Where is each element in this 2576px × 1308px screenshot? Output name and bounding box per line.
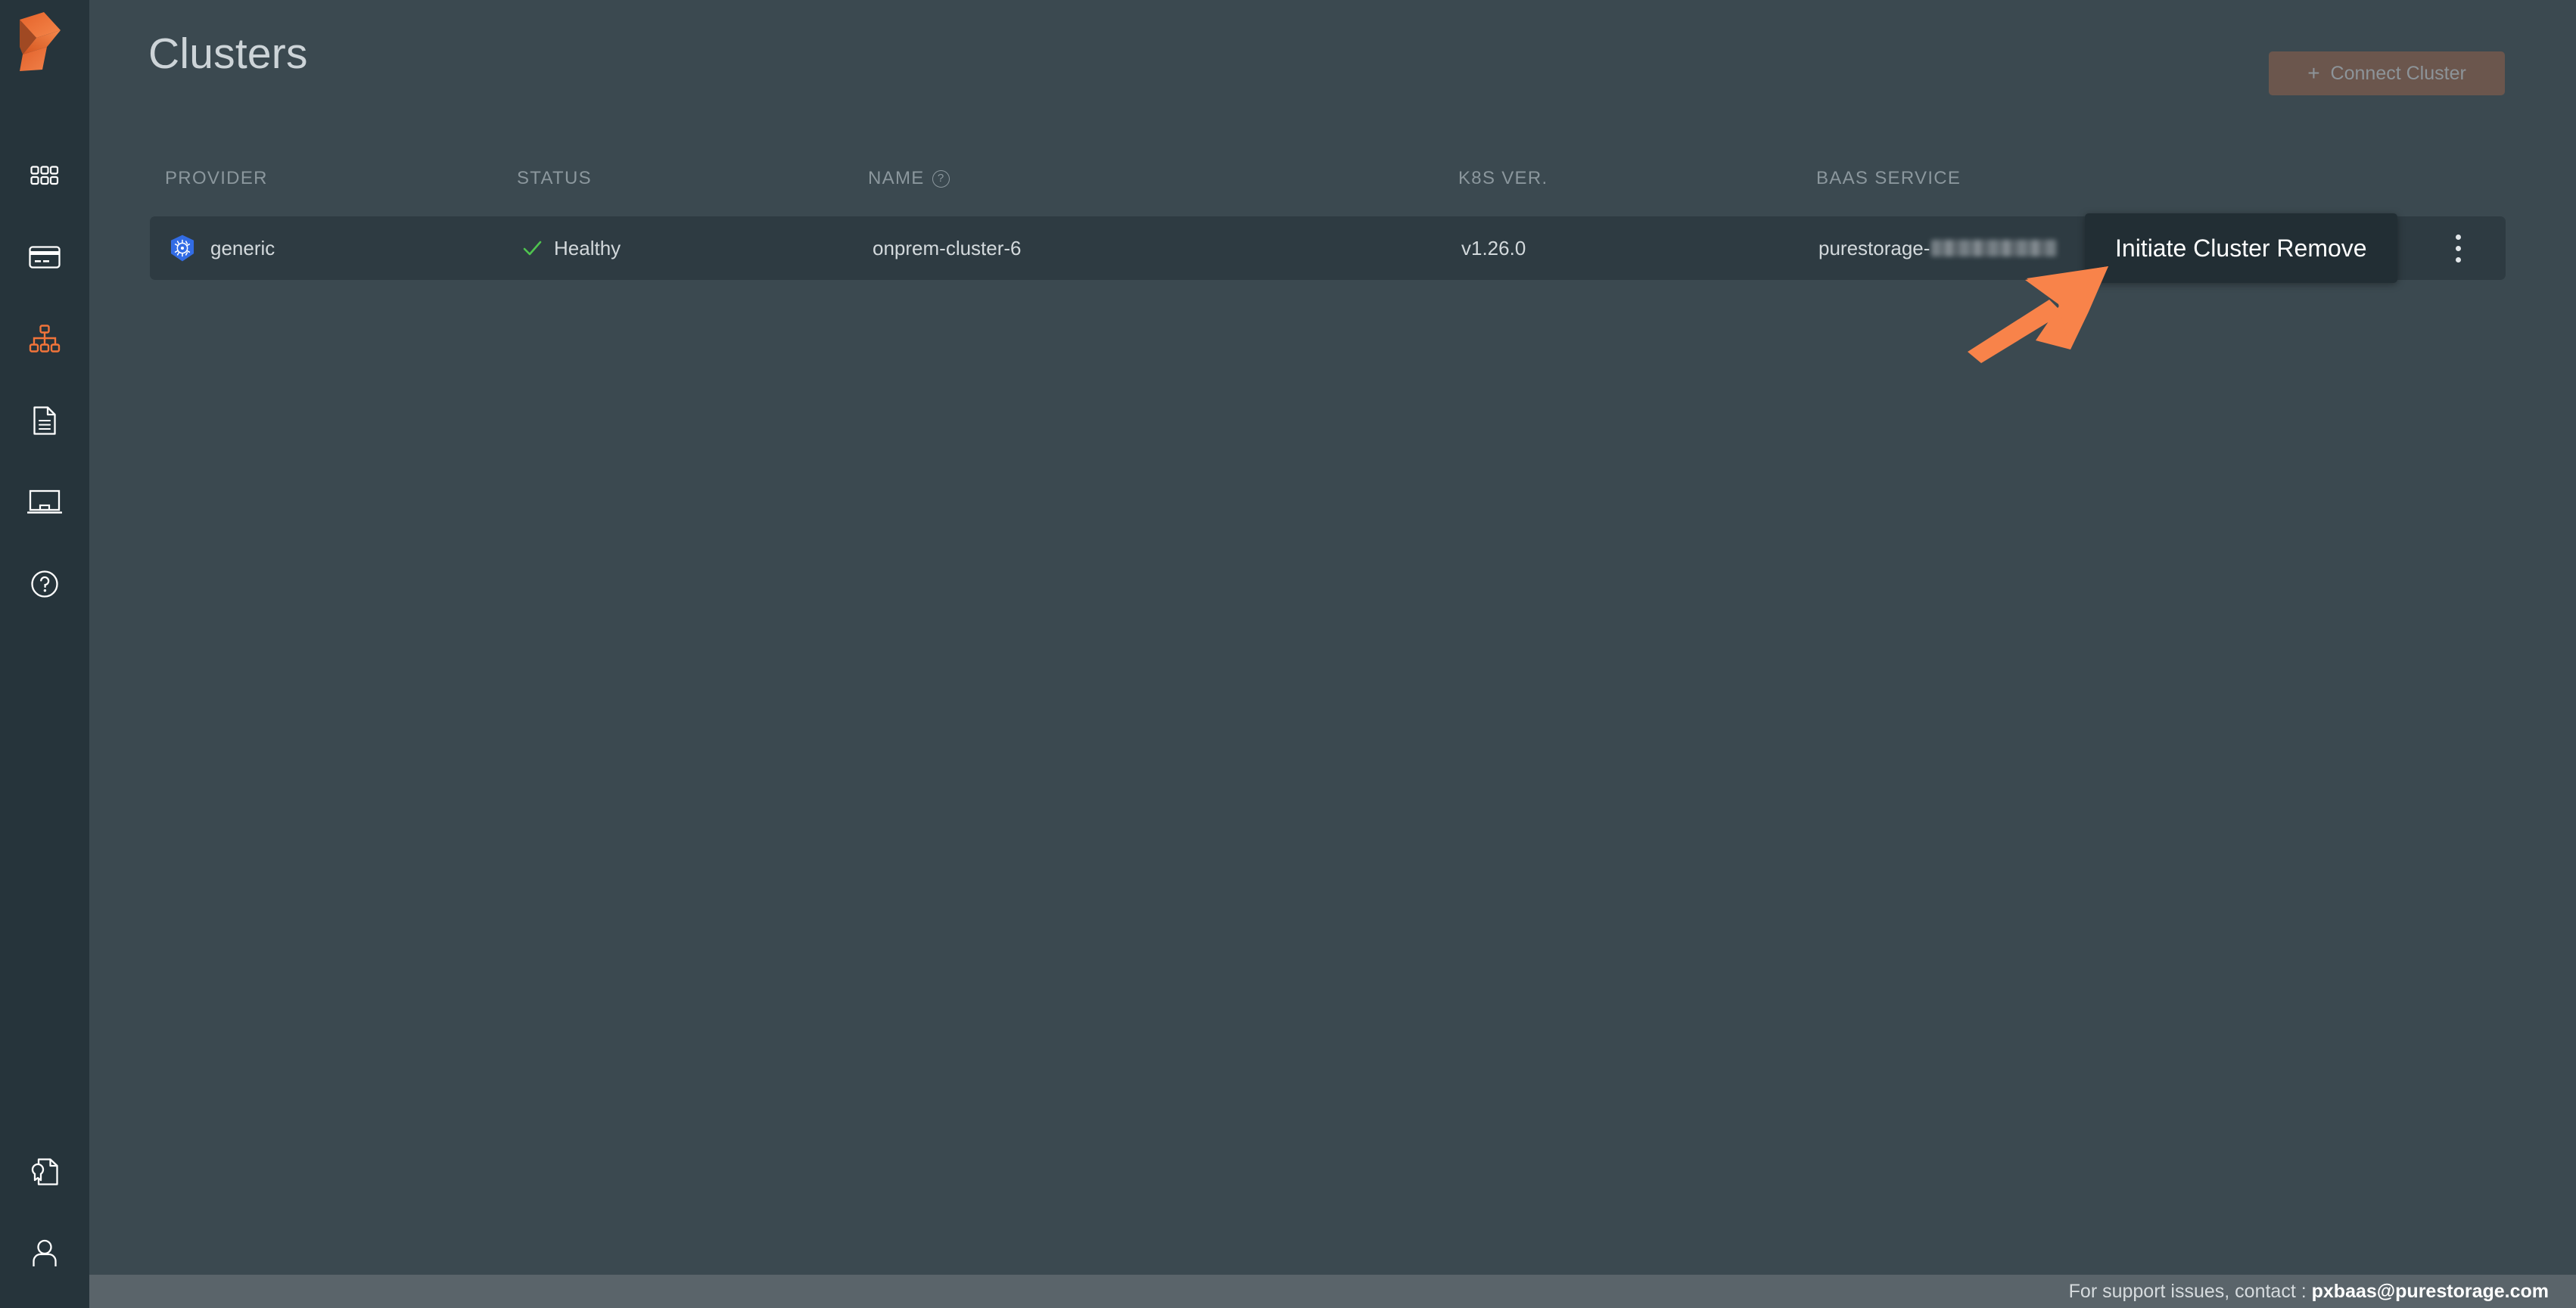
check-icon bbox=[523, 241, 542, 256]
tooltip-initiate-cluster-remove: Initiate Cluster Remove bbox=[2085, 213, 2397, 283]
support-email[interactable]: pxbaas@purestorage.com bbox=[2312, 1281, 2549, 1302]
document-icon bbox=[33, 405, 57, 436]
column-header-baas-service: BAAS SERVICE bbox=[1816, 168, 1962, 188]
column-header-status: STATUS bbox=[517, 168, 592, 188]
cluster-name: onprem-cluster-6 bbox=[873, 236, 1022, 259]
cell-k8s-version: v1.26.0 bbox=[1461, 216, 1526, 280]
sidebar-nav bbox=[0, 135, 89, 625]
baas-service-value: purestorage- bbox=[1818, 236, 1930, 259]
column-header-name: NAME ? bbox=[868, 168, 950, 189]
kubernetes-icon bbox=[170, 235, 194, 262]
name-help-icon[interactable]: ? bbox=[932, 169, 950, 188]
connect-cluster-button[interactable]: + Connect Cluster bbox=[2269, 51, 2505, 95]
page-title: Clusters bbox=[148, 30, 308, 78]
tooltip-text: Initiate Cluster Remove bbox=[2115, 234, 2367, 262]
user-icon bbox=[30, 1238, 59, 1269]
sidebar-item-console[interactable] bbox=[0, 461, 89, 543]
grid-apps-icon bbox=[30, 166, 59, 185]
cell-status: Healthy bbox=[521, 216, 621, 280]
help-circle-icon bbox=[30, 570, 59, 598]
sidebar-item-license[interactable] bbox=[0, 1131, 89, 1213]
column-header-provider: PROVIDER bbox=[165, 168, 268, 188]
cell-baas-service: purestorage- bbox=[1818, 216, 2058, 280]
sidebar-item-billing[interactable] bbox=[0, 216, 89, 298]
provider-label: generic bbox=[210, 236, 275, 259]
cell-provider: generic bbox=[168, 216, 275, 280]
sidebar-item-apps[interactable] bbox=[0, 135, 89, 216]
connect-cluster-label: Connect Cluster bbox=[2330, 62, 2466, 84]
sidebar-item-clusters[interactable] bbox=[0, 298, 89, 380]
support-prefix: For support issues, contact : bbox=[2068, 1280, 2312, 1302]
support-contact: For support issues, contact : pxbaas@pur… bbox=[2069, 1281, 2549, 1303]
table-header: PROVIDER STATUS NAME ? K8S VER. BAAS SER… bbox=[0, 168, 2576, 200]
column-header-k8s-version: K8S VER. bbox=[1458, 168, 1548, 188]
sidebar-item-reports[interactable] bbox=[0, 380, 89, 461]
license-badge-icon bbox=[30, 1157, 60, 1187]
cell-name: onprem-cluster-6 bbox=[873, 216, 1022, 280]
credit-card-icon bbox=[29, 245, 61, 269]
status-label: Healthy bbox=[554, 236, 621, 259]
sitemap-icon bbox=[29, 325, 61, 353]
sidebar-bottom-nav bbox=[0, 1131, 89, 1294]
sidebar bbox=[0, 0, 89, 1308]
sidebar-item-account[interactable] bbox=[0, 1213, 89, 1294]
plus-icon: + bbox=[2307, 61, 2320, 85]
portworx-logo[interactable] bbox=[14, 11, 65, 73]
clusters-page: Clusters + Connect Cluster PROVIDER STAT… bbox=[0, 0, 2576, 1308]
k8s-version: v1.26.0 bbox=[1461, 236, 1526, 259]
baas-service-redacted bbox=[1931, 240, 2058, 256]
footer: For support issues, contact : pxbaas@pur… bbox=[89, 1275, 2576, 1308]
sidebar-item-help[interactable] bbox=[0, 543, 89, 625]
kebab-menu-icon[interactable] bbox=[2410, 216, 2506, 280]
monitor-icon bbox=[27, 489, 62, 515]
portworx-logo-icon bbox=[20, 12, 61, 71]
